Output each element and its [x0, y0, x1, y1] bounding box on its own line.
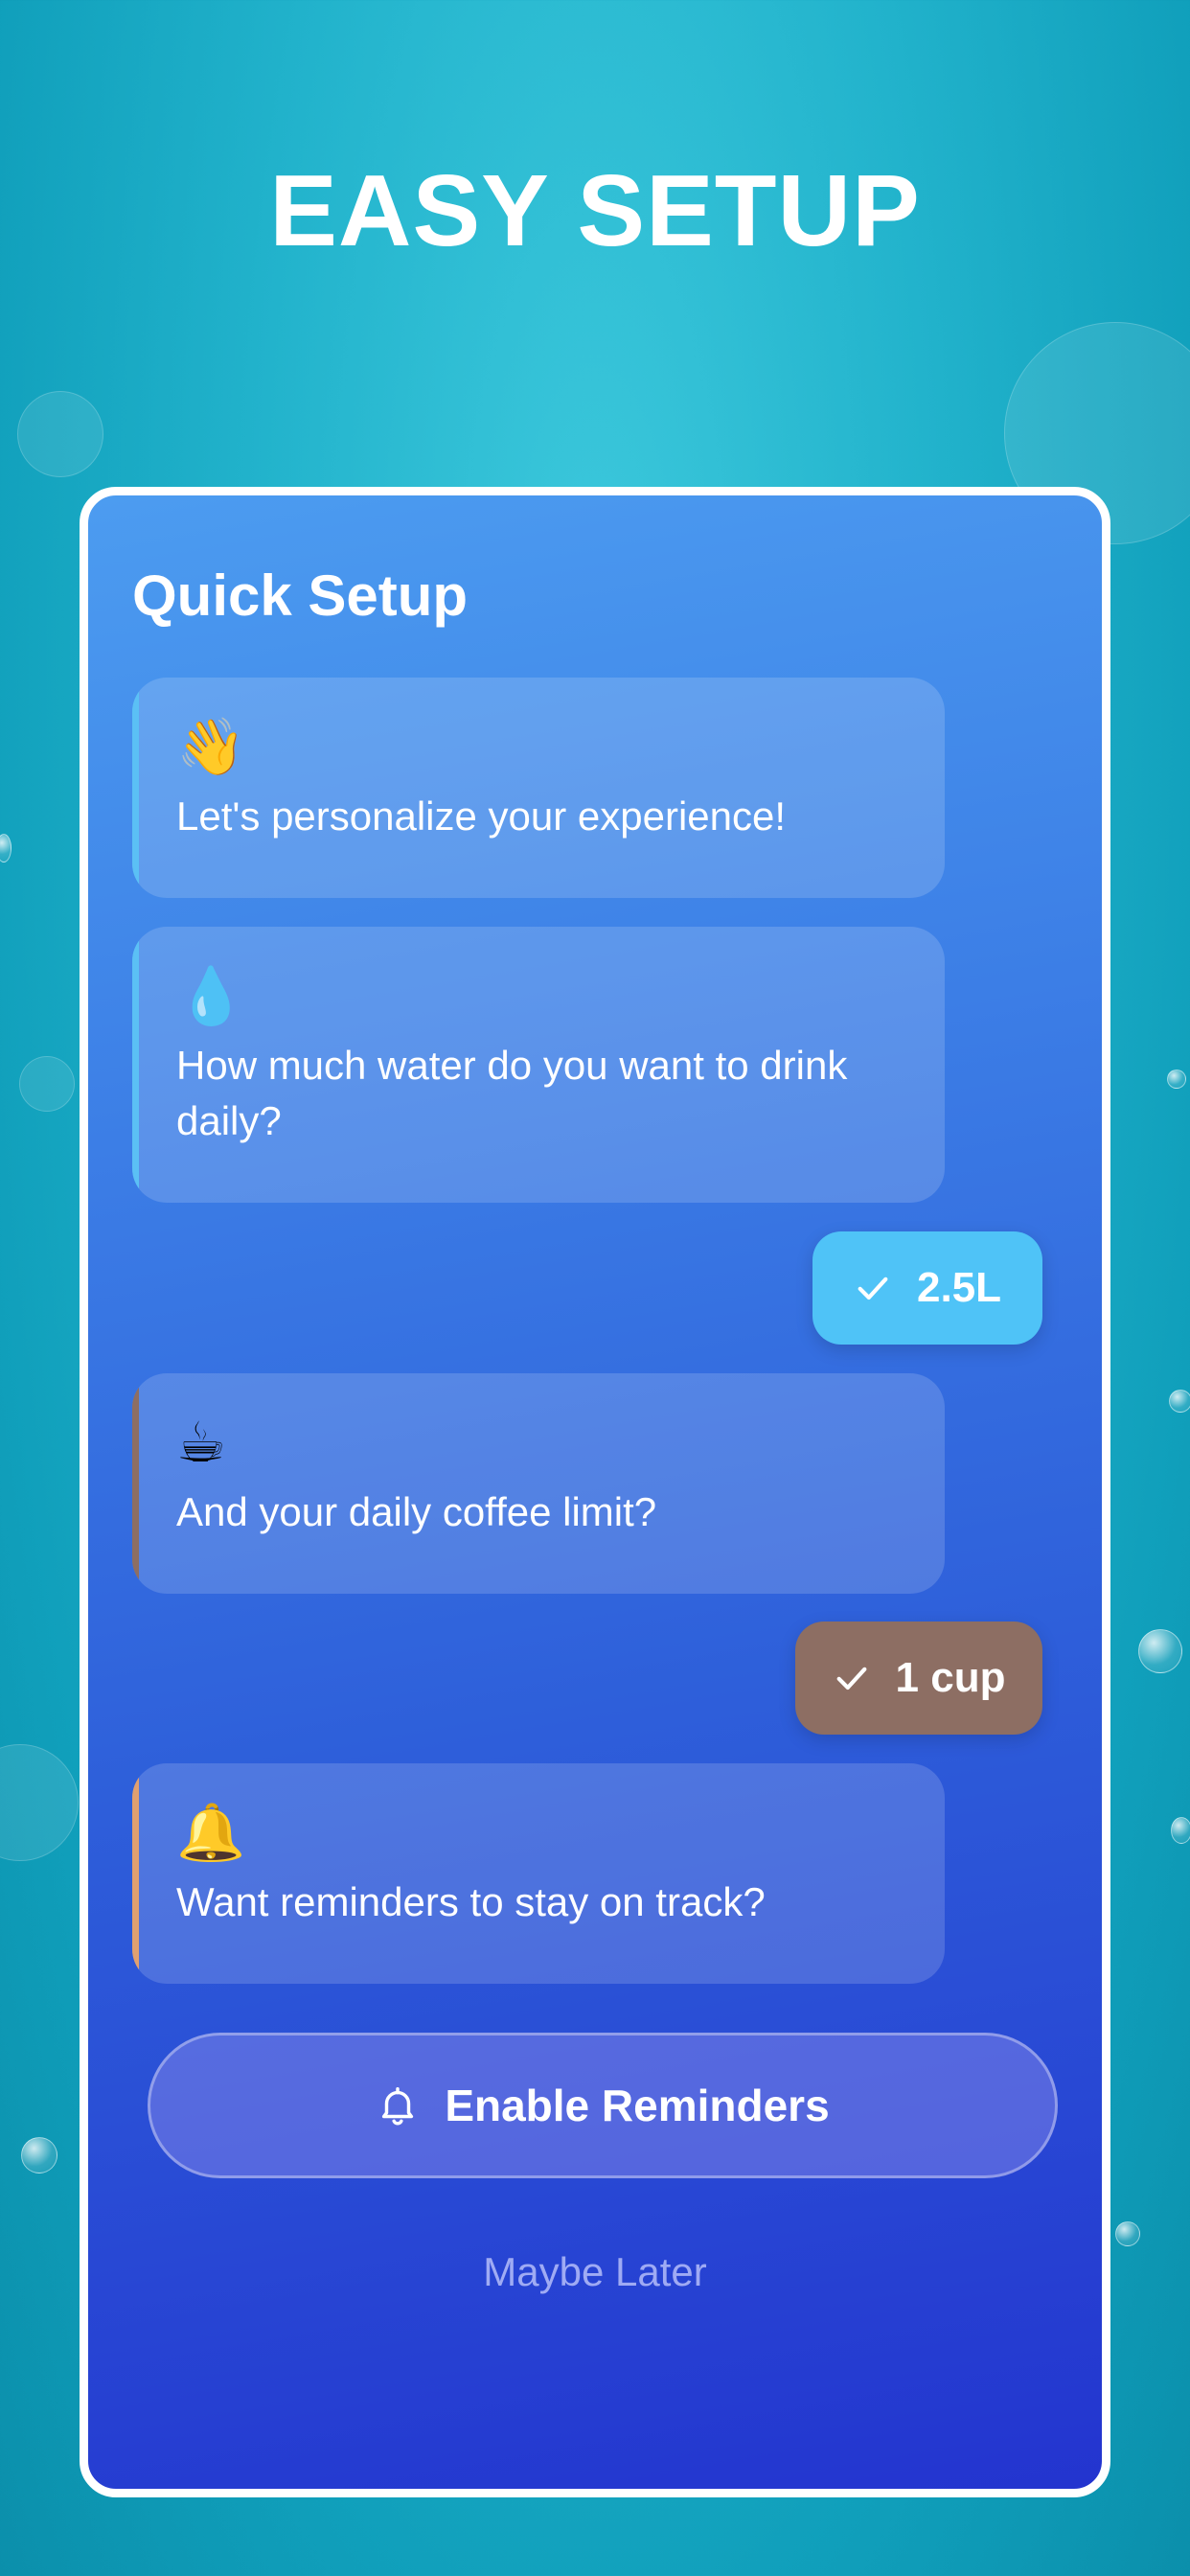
water-drop-icon: 💧	[176, 965, 246, 1027]
message-text: And your daily coffee limit?	[176, 1489, 657, 1534]
check-icon	[858, 1276, 888, 1300]
bell-emoji-icon: 🔔	[176, 1802, 246, 1864]
chat-message-welcome: 👋 Let's personalize your experience!	[132, 678, 945, 898]
card-title: Quick Setup	[132, 564, 469, 628]
message-text: How much water do you want to drink dail…	[176, 1043, 848, 1143]
answer-value: 1 cup	[895, 1654, 1006, 1701]
chat-message-reminders: 🔔 Want reminders to stay on track?	[132, 1763, 945, 1984]
water-droplet	[1115, 2221, 1140, 2246]
coffee-cup-icon: ☕	[176, 1412, 226, 1474]
background-bubble	[19, 1056, 75, 1112]
water-droplet	[1167, 1070, 1186, 1089]
water-droplet	[1138, 1629, 1182, 1673]
message-text: Let's personalize your experience!	[176, 794, 787, 839]
water-droplet	[21, 2137, 57, 2174]
page-headline: EASY SETUP	[269, 154, 921, 267]
water-droplet	[1169, 1390, 1190, 1413]
answer-chip-coffee[interactable]: 1 cup	[795, 1622, 1042, 1735]
bell-icon	[382, 2087, 414, 2126]
water-droplet	[1171, 1817, 1190, 1844]
quick-setup-card: Quick Setup 👋 Let's personalize your exp…	[80, 487, 1110, 2497]
background-bubble	[0, 1744, 79, 1861]
message-text: Want reminders to stay on track?	[176, 1879, 766, 1924]
answer-value: 2.5L	[916, 1264, 1002, 1311]
maybe-later-link[interactable]: Maybe Later	[88, 2249, 1102, 2295]
chat-message-coffee-limit: ☕ And your daily coffee limit?	[132, 1373, 945, 1594]
answer-chip-water[interactable]: 2.5L	[812, 1231, 1042, 1345]
enable-reminders-label: Enable Reminders	[445, 2081, 830, 2130]
waving-hand-icon: 👋	[176, 716, 246, 778]
chat-message-water-goal: 💧 How much water do you want to drink da…	[132, 927, 945, 1203]
background-bubble	[17, 391, 103, 477]
water-droplet	[0, 834, 11, 862]
check-icon	[836, 1667, 866, 1690]
enable-reminders-button[interactable]: Enable Reminders	[148, 2033, 1058, 2178]
